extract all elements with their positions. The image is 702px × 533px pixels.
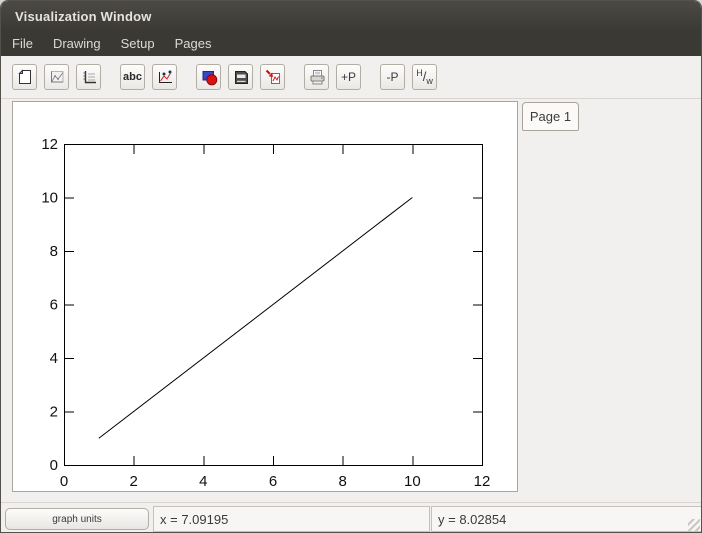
remove-page-icon: -P — [387, 70, 399, 84]
new-page-button[interactable] — [12, 64, 37, 90]
symbols-plot-icon — [156, 68, 174, 86]
x-tick-label: 6 — [269, 473, 277, 490]
y-coordinate-readout: y = 8.02854 — [431, 506, 702, 532]
shapes-icon — [200, 68, 218, 86]
visualization-window: Visualization Window File Drawing Setup … — [0, 0, 702, 533]
add-page-button[interactable]: +P — [336, 64, 361, 90]
graph-button[interactable] — [44, 64, 69, 90]
text-button[interactable]: abc — [120, 64, 145, 90]
plot-page[interactable]: 0 2 4 6 8 10 12 0 2 4 6 8 10 12 — [12, 101, 518, 492]
graph-units-button[interactable]: graph units — [5, 508, 149, 530]
titlebar[interactable]: Visualization Window — [1, 1, 701, 32]
remove-page-button[interactable]: -P — [380, 64, 405, 90]
x-tick-label: 4 — [199, 473, 207, 490]
x-coordinate-readout: x = 7.09195 — [153, 506, 430, 532]
x-tick-label: 8 — [338, 473, 346, 490]
plot-canvas[interactable]: 0 2 4 6 8 10 12 0 2 4 6 8 10 12 — [13, 102, 517, 491]
axes-icon — [80, 68, 98, 86]
tab-page-1[interactable]: Page 1 — [522, 102, 579, 131]
aspect-ratio-icon: H/w — [416, 69, 433, 86]
export-page-icon — [264, 68, 282, 86]
y-tick-label: 6 — [50, 297, 58, 314]
data-line — [99, 198, 413, 439]
toolbar: abc — [1, 56, 701, 99]
print-button[interactable] — [304, 64, 329, 90]
menu-drawing[interactable]: Drawing — [43, 32, 111, 56]
menu-file[interactable]: File — [2, 32, 43, 56]
x-tick-label: 0 — [60, 473, 68, 490]
main-area: 0 2 4 6 8 10 12 0 2 4 6 8 10 12 Page 1 — [1, 99, 701, 502]
plot-frame — [65, 145, 483, 466]
shapes-button[interactable] — [196, 64, 221, 90]
y-tick-label: 2 — [50, 404, 58, 421]
y-tick-label: 4 — [50, 350, 58, 367]
menubar: File Drawing Setup Pages — [1, 32, 701, 56]
x-tick-label: 2 — [129, 473, 137, 490]
y-tick-label: 12 — [41, 136, 58, 153]
y-tick-label: 8 — [50, 243, 58, 260]
add-page-icon: +P — [341, 70, 356, 84]
graph-icon — [48, 68, 66, 86]
aspect-ratio-button[interactable]: H/w — [412, 64, 437, 90]
abc-icon: abc — [123, 71, 142, 83]
x-tick-label: 10 — [404, 473, 421, 490]
axes-button[interactable] — [76, 64, 101, 90]
resize-grip[interactable] — [688, 519, 700, 531]
menu-pages[interactable]: Pages — [165, 32, 222, 56]
tab-label: Page 1 — [530, 109, 571, 124]
blank-page-icon — [16, 68, 34, 86]
floppy-disk-icon — [232, 68, 250, 86]
menu-setup[interactable]: Setup — [111, 32, 165, 56]
save-button[interactable] — [228, 64, 253, 90]
symbols-plot-button[interactable] — [152, 64, 177, 90]
printer-icon — [308, 68, 326, 86]
window-title: Visualization Window — [15, 9, 152, 24]
x-tick-label: 12 — [474, 473, 491, 490]
y-tick-label: 10 — [41, 190, 58, 207]
y-tick-label: 0 — [50, 457, 58, 474]
export-page-button[interactable] — [260, 64, 285, 90]
statusbar: graph units x = 7.09195 y = 8.02854 — [1, 502, 701, 532]
